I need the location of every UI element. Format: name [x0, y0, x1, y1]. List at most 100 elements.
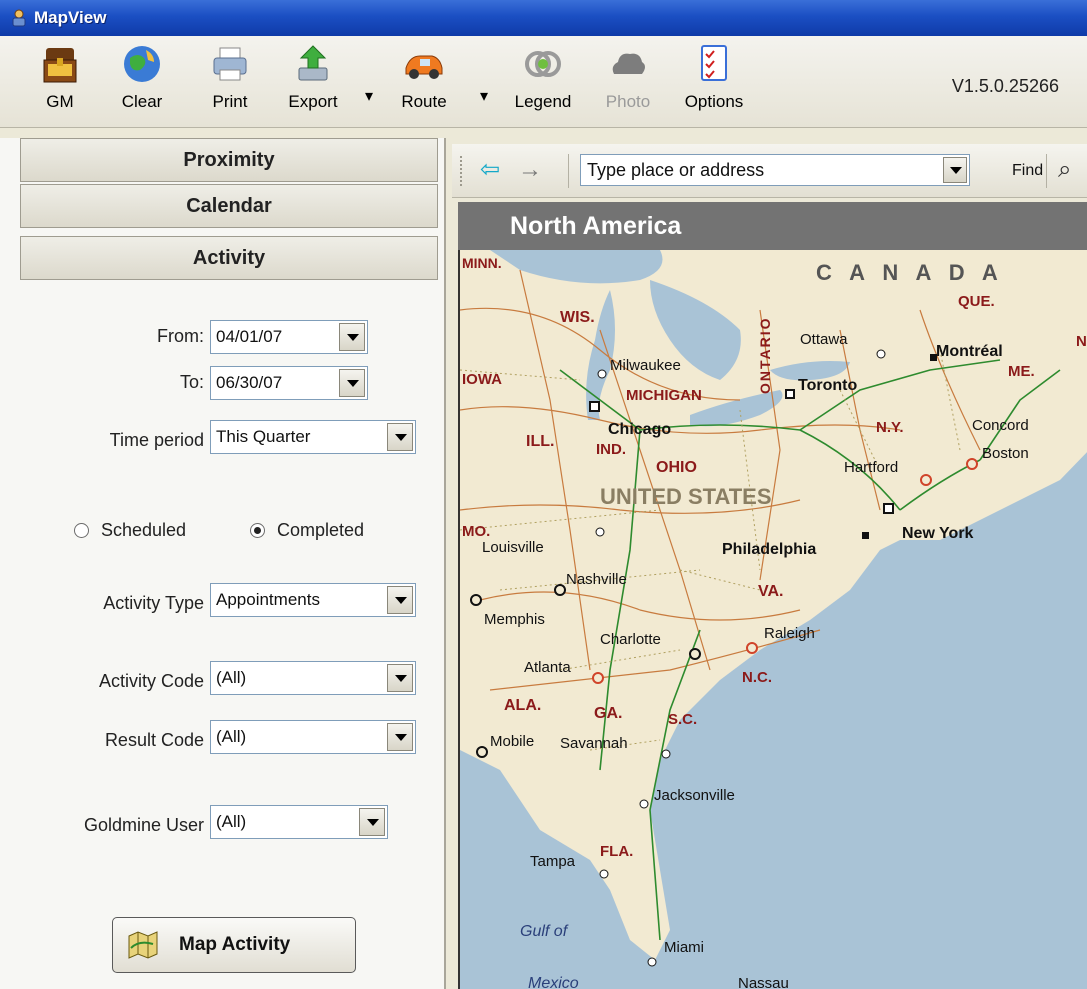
clear-label: Clear — [121, 92, 163, 111]
label-michigan: MICHIGAN — [626, 387, 702, 404]
to-date-value: 06/30/07 — [216, 373, 283, 392]
label-iowa: IOWA — [462, 371, 502, 388]
globe-icon — [124, 46, 160, 82]
city-mobile: Mobile — [490, 733, 534, 750]
route-dropdown-icon[interactable]: ▾ — [480, 86, 488, 106]
time-period-label: Time period — [109, 430, 204, 450]
activity-code-label: Activity Code — [98, 671, 204, 691]
label-ill: ILL. — [526, 433, 554, 450]
address-search-input[interactable]: Type place or address — [580, 154, 970, 186]
from-date-picker[interactable]: 04/01/07 — [210, 320, 368, 354]
city-savannah: Savannah — [560, 735, 628, 752]
left-panel: Proximity Calendar Activity — [0, 138, 446, 989]
map-icon — [128, 931, 158, 959]
legend-rings-icon — [525, 51, 561, 77]
proximity-section-button[interactable]: Proximity — [20, 138, 438, 182]
city-nassau: Nassau — [738, 975, 789, 989]
city-toronto: Toronto — [798, 377, 857, 394]
label-united-states: UNITED STATES — [600, 484, 772, 509]
chevron-down-icon[interactable] — [943, 157, 967, 183]
chevron-down-icon[interactable] — [387, 664, 413, 692]
completed-radio[interactable]: Completed — [250, 520, 364, 541]
gm-button[interactable]: GM — [30, 42, 90, 126]
separator — [568, 154, 569, 188]
city-milwaukee: Milwaukee — [610, 357, 681, 374]
gm-label: GM — [46, 92, 74, 111]
to-label: To: — [179, 372, 204, 392]
address-placeholder: Type place or address — [587, 160, 765, 180]
map-activity-label: Map Activity — [179, 934, 291, 955]
chevron-down-icon[interactable] — [387, 423, 413, 451]
toolbar-grip[interactable] — [460, 156, 464, 186]
label-mo: MO. — [462, 523, 490, 540]
map-activity-button[interactable]: Map Activity — [112, 917, 356, 973]
route-button[interactable]: Route — [392, 42, 456, 126]
label-sc: S.C. — [668, 711, 697, 728]
goldmine-user-select[interactable]: (All) — [210, 805, 388, 839]
legend-button[interactable]: Legend — [506, 42, 580, 126]
city-atlanta: Atlanta — [524, 659, 571, 676]
scheduled-radio-label: Scheduled — [101, 520, 187, 540]
radio-unselected-icon[interactable] — [74, 523, 89, 538]
radio-selected-icon[interactable] — [250, 523, 265, 538]
label-va: VA. — [758, 583, 783, 600]
label-n-edge: N — [1076, 333, 1087, 350]
window-title: MapView — [34, 8, 107, 27]
label-ny: N.Y. — [876, 419, 904, 436]
label-mexico: Mexico — [528, 975, 579, 989]
to-date-picker[interactable]: 06/30/07 — [210, 366, 368, 400]
clear-button[interactable]: Clear — [112, 42, 172, 126]
chevron-down-icon[interactable] — [339, 369, 365, 397]
activity-section-button[interactable]: Activity — [20, 236, 438, 280]
city-tampa: Tampa — [530, 853, 576, 870]
label-ga: GA. — [594, 705, 622, 722]
from-label: From: — [157, 326, 204, 346]
route-label: Route — [401, 92, 447, 111]
label-ala: ALA. — [504, 697, 541, 714]
legend-label: Legend — [514, 92, 572, 111]
zoom-out-icon[interactable]: ⌕ — [1058, 156, 1071, 184]
city-new-york: New York — [902, 525, 974, 542]
result-code-label: Result Code — [104, 730, 204, 750]
export-dropdown-icon[interactable]: ▾ — [365, 86, 373, 106]
print-button[interactable]: Print — [200, 42, 260, 126]
export-button[interactable]: Export — [278, 42, 348, 126]
chevron-down-icon[interactable] — [359, 808, 385, 836]
forward-arrow-icon[interactable]: → — [518, 158, 542, 182]
back-arrow-icon[interactable]: ⇦ — [480, 158, 500, 182]
chevron-down-icon[interactable] — [387, 723, 413, 751]
options-button[interactable]: Options — [674, 42, 754, 126]
find-button[interactable]: Find — [1012, 162, 1043, 180]
photo-button[interactable]: Photo — [598, 42, 658, 126]
version-text: V1.5.0.25266 — [951, 76, 1059, 96]
city-charlotte: Charlotte — [600, 631, 661, 648]
separator — [1046, 154, 1047, 188]
activity-code-select[interactable]: (All) — [210, 661, 416, 695]
city-memphis: Memphis — [484, 611, 545, 628]
chevron-down-icon[interactable] — [339, 323, 365, 351]
goldmine-user-value: (All) — [216, 812, 247, 831]
city-jacksonville: Jacksonville — [654, 787, 735, 804]
chevron-down-icon[interactable] — [387, 586, 413, 614]
city-hartford: Hartford — [844, 459, 898, 476]
result-code-value: (All) — [216, 727, 247, 746]
label-minn: MINN. — [462, 255, 502, 271]
label-ohio: OHIO — [656, 459, 697, 476]
time-period-select[interactable]: This Quarter — [210, 420, 416, 454]
city-chicago: Chicago — [608, 421, 671, 438]
goldmine-chest-icon — [43, 48, 77, 83]
city-raleigh: Raleigh — [764, 625, 815, 642]
label-fla: FLA. — [600, 843, 633, 860]
city-boston: Boston — [982, 445, 1029, 462]
map-view[interactable]: MINN. WIS. IOWA MICHIGAN ILL. IND. OHIO … — [458, 250, 1087, 989]
scheduled-radio[interactable]: Scheduled — [74, 520, 186, 541]
map-canvas[interactable]: MINN. WIS. IOWA MICHIGAN ILL. IND. OHIO … — [460, 250, 1087, 989]
city-philadelphia: Philadelphia — [722, 541, 816, 558]
result-code-select[interactable]: (All) — [210, 720, 416, 754]
print-label: Print — [212, 92, 248, 111]
title-bar: MapView — [0, 0, 1087, 36]
activity-type-select[interactable]: Appointments — [210, 583, 416, 617]
completed-radio-label: Completed — [277, 520, 365, 540]
calendar-section-button[interactable]: Calendar — [20, 184, 438, 228]
printer-icon — [213, 47, 247, 81]
